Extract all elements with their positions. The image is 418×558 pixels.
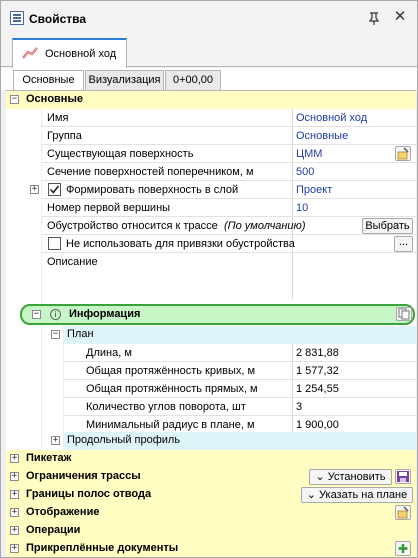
info-icon: i [50, 309, 61, 320]
prop-first-vertex-row[interactable]: Номер первой вершины 10 [6, 199, 416, 217]
prop-form-surface-label: Формировать поверхность в слой [66, 184, 239, 196]
save-icon[interactable] [395, 469, 411, 484]
prop-no-bind-row[interactable]: Не использовать для привязки обустройств… [6, 235, 416, 253]
plan-subsection[interactable]: План [63, 326, 416, 344]
browse-button[interactable]: ... [394, 236, 413, 252]
prop-group-label: Группа [47, 130, 82, 142]
info-row: Длина, м 2 831,88 [6, 344, 416, 362]
section-operations-label: Операции [26, 524, 81, 536]
expand-icon[interactable]: + [10, 454, 19, 463]
prop-section-label: Сечение поверхностей поперечником, м [47, 166, 254, 178]
choose-button[interactable]: Выбрать [362, 218, 413, 234]
specify-button-label: Указать на плане [319, 489, 408, 501]
section-piketazh[interactable]: + Пикетаж [6, 450, 416, 468]
prop-section-value[interactable]: 500 [296, 166, 314, 178]
form-surface-checkbox[interactable] [48, 183, 61, 196]
info-row-label: Минимальный радиус в плане, м [86, 419, 255, 431]
add-icon[interactable] [395, 541, 411, 556]
prop-name-value[interactable]: Основной ход [296, 112, 367, 124]
collapse-icon[interactable]: − [32, 310, 41, 319]
info-row-label: Длина, м [86, 347, 132, 359]
section-operations[interactable]: + Операции [6, 522, 416, 540]
info-row-value: 2 831,88 [296, 347, 339, 359]
section-display[interactable]: + Отображение [6, 504, 416, 522]
section-constraints[interactable]: + Ограничения трассы ⌄ Установить [6, 468, 416, 486]
prop-form-surface-value[interactable]: Проект [296, 184, 332, 196]
expand-icon[interactable]: + [10, 526, 19, 535]
prop-surface-label: Существующая поверхность [47, 148, 194, 160]
copy-icon[interactable] [396, 307, 412, 321]
install-button[interactable]: ⌄ Установить [309, 469, 392, 485]
section-constraints-label: Ограничения трассы [26, 470, 141, 482]
properties-icon [10, 11, 24, 25]
profile-label: Продольный профиль [67, 434, 181, 446]
route-icon [22, 46, 38, 60]
settings-icon[interactable] [395, 146, 411, 161]
section-display-label: Отображение [26, 506, 100, 518]
property-grid: − Основные Имя Основной ход Группа Основ… [6, 90, 416, 557]
info-row-value: 1 900,00 [296, 419, 339, 431]
prop-first-vertex-label: Номер первой вершины [47, 202, 171, 214]
expand-icon[interactable]: + [10, 508, 19, 517]
prop-arrangement-label: Обустройство относится к трассе [47, 220, 218, 232]
info-section[interactable]: − i Информация [20, 304, 415, 325]
tab-station[interactable]: 0+00,00 [165, 70, 221, 91]
section-attached-label: Прикреплённые документы [26, 542, 179, 554]
prop-arrangement-note: (По умолчанию) [224, 220, 306, 232]
section-strips[interactable]: + Границы полос отвода ⌄ Указать на план… [6, 486, 416, 504]
install-button-label: Установить [327, 471, 386, 483]
prop-name-label: Имя [47, 112, 69, 124]
close-icon[interactable]: ✕ [392, 9, 408, 25]
prop-section-row[interactable]: Сечение поверхностей поперечником, м 500 [6, 163, 416, 181]
prop-surface-row[interactable]: Существующая поверхность ЦММ [6, 145, 416, 163]
info-row: Общая протяжённость кривых, м 1 577,32 [6, 362, 416, 380]
prop-first-vertex-value[interactable]: 10 [296, 202, 308, 214]
info-title: Информация [69, 308, 141, 320]
info-row-label: Общая протяжённость прямых, м [86, 383, 258, 395]
section-piketazh-label: Пикетаж [26, 452, 72, 464]
document-tab[interactable]: Основной ход [12, 38, 127, 68]
section-main-label: Основные [26, 93, 83, 105]
no-bind-checkbox[interactable] [48, 237, 61, 250]
expand-icon[interactable]: + [10, 490, 19, 499]
expand-icon[interactable]: + [30, 185, 39, 194]
document-tab-label: Основной ход [45, 48, 117, 60]
pin-icon[interactable] [367, 11, 381, 25]
section-strips-label: Границы полос отвода [26, 488, 152, 500]
prop-arrangement-row[interactable]: Обустройство относится к трассе (По умол… [6, 217, 416, 235]
info-row-label: Общая протяжённость кривых, м [86, 365, 256, 377]
info-row-value: 3 [296, 401, 303, 413]
info-row: Количество углов поворота, шт 3 [6, 398, 416, 416]
info-row-value: 1 254,55 [296, 383, 339, 395]
collapse-icon[interactable]: − [51, 330, 60, 339]
section-main[interactable]: − Основные [6, 91, 416, 109]
expand-icon[interactable]: + [10, 544, 19, 553]
tab-main[interactable]: Основные [13, 70, 84, 92]
prop-group-row[interactable]: Группа Основные [6, 127, 416, 145]
tab-visualization[interactable]: Визуализация [85, 70, 164, 91]
prop-form-surface-row[interactable]: + Формировать поверхность в слой Проект [6, 181, 416, 199]
section-attached-docs[interactable]: + Прикреплённые документы [6, 540, 416, 557]
prop-description-row[interactable]: Описание [6, 253, 416, 303]
settings-icon[interactable] [395, 505, 411, 520]
prop-no-bind-label: Не использовать для привязки обустройств… [66, 238, 295, 250]
prop-description-label: Описание [47, 256, 98, 268]
window-title: Свойства [29, 12, 87, 26]
prop-name-row[interactable]: Имя Основной ход [6, 109, 416, 127]
prop-group-value[interactable]: Основные [296, 130, 348, 142]
plan-label: План [67, 328, 94, 340]
title-bar: Свойства ✕ [1, 1, 417, 35]
info-row: Общая протяжённость прямых, м 1 254,55 [6, 380, 416, 398]
collapse-icon[interactable]: − [10, 95, 19, 104]
info-row-value: 1 577,32 [296, 365, 339, 377]
prop-surface-value[interactable]: ЦММ [296, 148, 322, 160]
profile-subsection[interactable]: Продольный профиль [63, 432, 416, 450]
expand-icon[interactable]: + [10, 472, 19, 481]
info-row-label: Количество углов поворота, шт [86, 401, 246, 413]
properties-panel: Свойства ✕ Основной ход Основные Визуали… [0, 0, 418, 558]
expand-icon[interactable]: + [51, 436, 60, 445]
specify-on-plan-button[interactable]: ⌄ Указать на плане [301, 487, 413, 503]
